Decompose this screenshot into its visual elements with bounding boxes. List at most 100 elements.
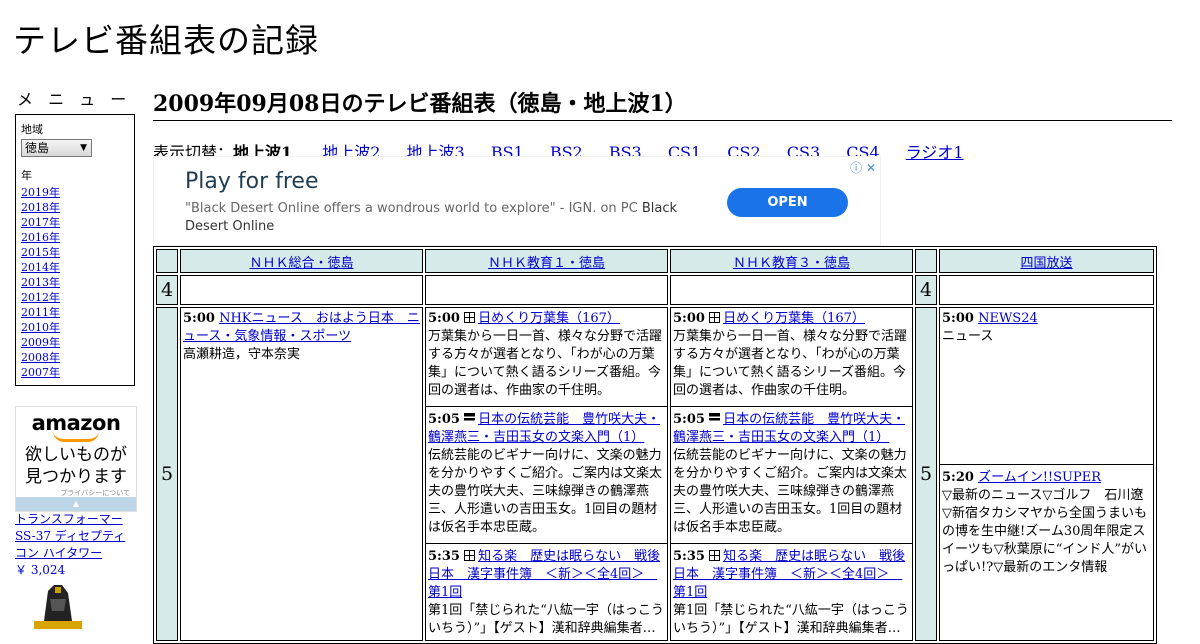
year-link[interactable]: 2016年 xyxy=(21,230,129,245)
page-title: 2009年09月08日のテレビ番組表（徳島・地上波1） xyxy=(153,84,1172,121)
amazon-tagline-1: 欲しいものが xyxy=(25,445,127,465)
program-cell: 5:35 知る楽 歴史は眠らない 戦後日本 漢字事件簿 ＜新＞＜全4回＞ 第1回… xyxy=(671,546,912,640)
sidebar: メ ニ ュ ー 地域 徳島 ▼ 年 2019年 2018年 2017年 2016… xyxy=(15,86,137,386)
program-grid: ＮＨＫ総合・徳島 ＮＨＫ教育１・徳島 ＮＨＫ教育３・徳島 四国放送 4 4 5 … xyxy=(153,246,1157,644)
google-ad[interactable]: ⓘ ✕ Play for free "Black Desert Online o… xyxy=(153,156,881,246)
year-link[interactable]: 2014年 xyxy=(21,260,129,275)
ad-description: "Black Desert Online offers a wondrous w… xyxy=(185,200,705,236)
hour-header xyxy=(915,249,937,273)
program-title-link[interactable]: 知る楽 歴史は眠らない 戦後日本 漢字事件簿 ＜新＞＜全4回＞ 第1回 xyxy=(428,549,660,600)
program-cell: 5:00 NEWS24 ニュース xyxy=(940,308,1153,465)
ad-desc-text: "Black Desert Online offers a wondrous w… xyxy=(185,201,638,216)
region-select-value: 徳島 xyxy=(25,141,50,155)
hour-label: 4 xyxy=(915,275,937,305)
broadcast-type-icon xyxy=(709,550,721,561)
program-desc: 伝統芸能のビギナー向けに、文楽の魅力を分かりやすくご紹介。ご案内は文楽太夫の豊竹… xyxy=(428,448,663,535)
program-cell: 5:00 日めくり万葉集（167） 万葉集から一日一首、様々な分野で活躍する方々… xyxy=(671,308,912,407)
broadcast-type-icon xyxy=(709,312,721,323)
main-content: 2009年09月08日のテレビ番組表（徳島・地上波1） 表示切替：地上波1 地上… xyxy=(153,84,1172,644)
program-desc: 伝統芸能のビギナー向けに、文楽の魅力を分かりやすくご紹介。ご案内は文楽太夫の豊竹… xyxy=(673,448,908,535)
year-link[interactable]: 2009年 xyxy=(21,335,129,350)
program-column: 5:00 日めくり万葉集（167） 万葉集から一日一首、様々な分野で活躍する方々… xyxy=(670,307,913,641)
program-time: 5:05 xyxy=(673,412,705,427)
ad-info-close-icon[interactable]: ⓘ ✕ xyxy=(850,159,876,176)
program-column: 5:00 日めくり万葉集（167） 万葉集から一日一首、様々な分野で活躍する方々… xyxy=(425,307,668,641)
ad-title[interactable]: Play for free xyxy=(185,169,319,194)
region-label: 地域 xyxy=(21,123,43,136)
program-desc: ▽最新のニュース▽ゴルフ 石川遼▽新宿タカシマヤから全国うまいもの博を生中継!ズ… xyxy=(942,488,1148,575)
hour-header xyxy=(156,249,178,273)
program-cell: 5:35 知る楽 歴史は眠らない 戦後日本 漢字事件簿 ＜新＞＜全4回＞ 第1回… xyxy=(426,546,667,640)
program-title-link[interactable]: 日本の伝統芸能 豊竹咲大夫・鶴澤燕三・吉田玉女の文楽入門（1） xyxy=(673,412,905,445)
program-time: 5:00 xyxy=(183,311,215,326)
product-image[interactable] xyxy=(30,581,86,630)
program-cell-empty xyxy=(425,275,668,305)
program-desc: 万葉集から一日一首、様々な分野で活躍する方々が選者となり、「わが心の万葉集」につ… xyxy=(673,329,908,398)
program-desc: 万葉集から一日一首、様々な分野で活躍する方々が選者となり、「わが心の万葉集」につ… xyxy=(428,329,663,398)
program-title-link[interactable]: NHKニュース おはよう日本 ニュース・気象情報・スポーツ xyxy=(183,311,420,344)
chevron-down-icon: ▼ xyxy=(80,143,87,153)
program-time: 5:00 xyxy=(428,311,460,326)
program-title-link[interactable]: NEWS24 xyxy=(978,311,1038,326)
program-cell: 5:00 NHKニュース おはよう日本 ニュース・気象情報・スポーツ 高瀬耕造，… xyxy=(180,307,423,641)
program-title-link[interactable]: 日本の伝統芸能 豊竹咲大夫・鶴澤燕三・吉田玉女の文楽入門（1） xyxy=(428,412,660,445)
program-cell-empty xyxy=(670,275,913,305)
broadcast-type-icon xyxy=(464,413,476,424)
product-link[interactable]: トランスフォーマー SS-37 ディセプティコン ハイタワー xyxy=(15,512,125,560)
broadcast-type-icon xyxy=(464,550,476,561)
broadcast-type-icon xyxy=(464,312,476,323)
program-desc: 第1回「禁じられた“八紘一宇（はっこういちう）”」【ゲスト】漢和辞典編集者… xyxy=(673,603,909,636)
amazon-ad-banner[interactable]: amazon 欲しいものが 見つかります プライバシーについて ▲ xyxy=(15,406,137,512)
chevron-up-icon[interactable]: ▲ xyxy=(16,497,136,511)
amazon-logo: amazon xyxy=(31,411,121,435)
program-cell: 5:05 日本の伝統芸能 豊竹咲大夫・鶴澤燕三・吉田玉女の文楽入門（1） 伝統芸… xyxy=(426,409,667,544)
program-title-link[interactable]: 日めくり万葉集（167） xyxy=(478,311,620,326)
year-link[interactable]: 2011年 xyxy=(21,305,129,320)
year-label: 年 xyxy=(21,169,32,182)
channel-header: 四国放送 xyxy=(939,249,1154,273)
program-title-link[interactable]: 知る楽 歴史は眠らない 戦後日本 漢字事件簿 ＜新＞＜全4回＞ 第1回 xyxy=(673,549,905,600)
program-title-link[interactable]: ズームイン!!SUPER xyxy=(978,470,1101,485)
year-link[interactable]: 2010年 xyxy=(21,320,129,335)
channel-header-row: ＮＨＫ総合・徳島 ＮＨＫ教育１・徳島 ＮＨＫ教育３・徳島 四国放送 xyxy=(156,249,1154,273)
program-time: 5:05 xyxy=(428,412,460,427)
hour-row-5: 5 5:00 NHKニュース おはよう日本 ニュース・気象情報・スポーツ 高瀬耕… xyxy=(156,307,1154,641)
ad-open-button[interactable]: OPEN xyxy=(727,188,848,217)
year-link[interactable]: 2017年 xyxy=(21,215,129,230)
product-price: ￥ 3,024 xyxy=(15,563,66,577)
channel-link[interactable]: ＮＨＫ総合・徳島 xyxy=(249,256,353,271)
hour-row-4: 4 4 xyxy=(156,275,1154,305)
program-time: 5:35 xyxy=(673,549,705,564)
switch-link-radio1[interactable]: ラジオ1 xyxy=(906,143,964,162)
region-select[interactable]: 徳島 ▼ xyxy=(21,139,92,157)
year-link[interactable]: 2008年 xyxy=(21,350,129,365)
program-title-link[interactable]: 日めくり万葉集（167） xyxy=(723,311,865,326)
year-link[interactable]: 2019年 xyxy=(21,185,129,200)
program-column: 5:00 NEWS24 ニュース 5:20 ズームイン!!SUPER ▽最新のニ… xyxy=(939,307,1154,641)
program-desc: 第1回「禁じられた“八紘一宇（はっこういちう）”」【ゲスト】漢和辞典編集者… xyxy=(428,603,664,636)
year-link[interactable]: 2012年 xyxy=(21,290,129,305)
year-link[interactable]: 2018年 xyxy=(21,200,129,215)
year-link[interactable]: 2007年 xyxy=(21,365,129,380)
year-link[interactable]: 2013年 xyxy=(21,275,129,290)
channel-link[interactable]: 四国放送 xyxy=(1020,256,1072,271)
channel-link[interactable]: ＮＨＫ教育１・徳島 xyxy=(488,256,605,271)
amazon-tagline-2: 見つかります xyxy=(25,467,127,487)
site-title: テレビ番組表の記録 xyxy=(13,21,319,60)
channel-header: ＮＨＫ教育３・徳島 xyxy=(670,249,913,273)
broadcast-type-icon xyxy=(709,413,721,424)
hour-label: 4 xyxy=(156,275,178,305)
year-link[interactable]: 2015年 xyxy=(21,245,129,260)
channel-link[interactable]: ＮＨＫ教育３・徳島 xyxy=(733,256,850,271)
channel-header: ＮＨＫ総合・徳島 xyxy=(180,249,423,273)
program-time: 5:00 xyxy=(673,311,705,326)
hour-label: 5 xyxy=(156,307,178,641)
channel-header: ＮＨＫ教育１・徳島 xyxy=(425,249,668,273)
program-desc: ニュース xyxy=(942,329,994,344)
program-time: 5:20 xyxy=(942,470,974,485)
menu-heading: メ ニ ュ ー xyxy=(17,90,132,109)
program-desc: 高瀬耕造，守本奈実 xyxy=(183,347,301,362)
program-cell-empty xyxy=(939,275,1154,305)
program-cell: 5:20 ズームイン!!SUPER ▽最新のニュース▽ゴルフ 石川遼▽新宿タカシ… xyxy=(940,467,1153,579)
program-cell-empty xyxy=(180,275,423,305)
